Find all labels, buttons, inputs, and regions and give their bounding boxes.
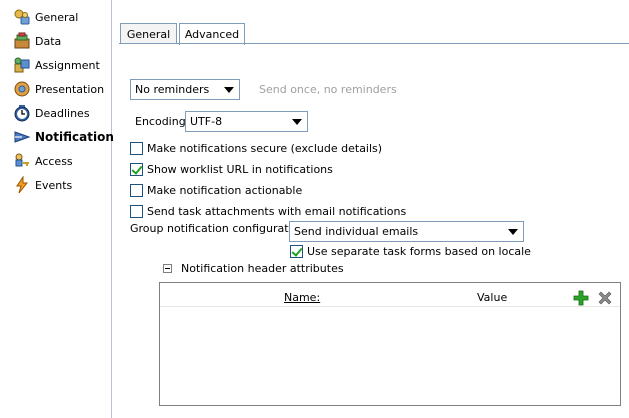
sidebar-item-general[interactable]: General xyxy=(0,6,111,28)
attachments-checkbox[interactable] xyxy=(130,204,143,218)
secure-checkbox-label: Make notifications secure (exclude detai… xyxy=(147,141,383,155)
separate-forms-checkbox-row[interactable]: Use separate task forms based on locale xyxy=(290,243,531,259)
reminders-hint: Send once, no reminders xyxy=(259,83,397,96)
deadlines-icon xyxy=(13,104,31,122)
sidebar-item-label: Assignment xyxy=(35,58,100,72)
encoding-selected: UTF-8 xyxy=(190,115,223,128)
attachments-checkbox-label: Send task attachments with email notific… xyxy=(147,204,407,218)
sidebar-item-assignment[interactable]: Assignment xyxy=(0,54,111,76)
sidebar-item-notification[interactable]: Notification xyxy=(0,126,114,148)
actionable-checkbox[interactable] xyxy=(130,183,143,197)
header-attributes-table xyxy=(159,282,621,406)
presentation-icon xyxy=(13,80,31,98)
sidebar-item-events[interactable]: Events xyxy=(0,174,111,196)
worklist-url-checkbox-row[interactable]: Show worklist URL in notifications xyxy=(130,161,333,177)
assignment-icon xyxy=(13,56,31,74)
sidebar-item-access[interactable]: Access xyxy=(0,150,111,172)
reminders-selected: No reminders xyxy=(135,83,210,96)
group-config-label: Group notification configuration: xyxy=(130,222,310,235)
worklist-url-checkbox-label: Show worklist URL in notifications xyxy=(147,162,333,176)
access-icon xyxy=(13,152,31,170)
chevron-down-icon xyxy=(508,229,518,235)
tab-divider xyxy=(119,43,629,44)
sidebar-item-label: Deadlines xyxy=(35,106,90,120)
sidebar-item-presentation[interactable]: Presentation xyxy=(0,78,111,100)
tab-label: General xyxy=(126,27,171,41)
delete-attribute-button[interactable] xyxy=(597,290,613,306)
actionable-checkbox-row[interactable]: Make notification actionable xyxy=(130,182,302,198)
collapse-icon[interactable] xyxy=(163,264,172,273)
separate-forms-checkbox[interactable] xyxy=(290,244,303,258)
chevron-down-icon xyxy=(292,119,302,125)
sidebar: General Data Assignment Presentation Dea… xyxy=(0,0,114,418)
delete-x-icon xyxy=(598,291,612,305)
events-icon xyxy=(13,176,31,194)
secure-checkbox[interactable] xyxy=(130,141,143,155)
separate-forms-checkbox-label: Use separate task forms based on locale xyxy=(307,244,531,258)
sidebar-item-label: General xyxy=(35,10,79,24)
actionable-checkbox-label: Make notification actionable xyxy=(147,183,303,197)
sidebar-item-label: Events xyxy=(35,178,73,192)
encoding-label: Encoding: xyxy=(135,115,190,128)
sidebar-item-data[interactable]: Data xyxy=(0,30,111,52)
sidebar-item-label: Access xyxy=(35,154,73,168)
tab-advanced[interactable]: Advanced xyxy=(179,23,245,45)
data-icon xyxy=(13,32,31,50)
sidebar-item-deadlines[interactable]: Deadlines xyxy=(0,102,111,124)
plus-icon xyxy=(573,290,589,306)
tab-label: Advanced xyxy=(184,28,240,41)
attachments-checkbox-row[interactable]: Send task attachments with email notific… xyxy=(130,203,406,219)
notification-icon xyxy=(13,128,31,146)
reminders-combo[interactable]: No reminders xyxy=(130,79,240,100)
chevron-down-icon xyxy=(224,87,234,93)
worklist-url-checkbox[interactable] xyxy=(130,162,143,176)
column-header-name[interactable]: Name: xyxy=(284,291,320,304)
header-attributes-title: Notification header attributes xyxy=(181,262,344,275)
secure-checkbox-row[interactable]: Make notifications secure (exclude detai… xyxy=(130,140,382,156)
add-attribute-button[interactable] xyxy=(573,290,589,306)
general-icon xyxy=(13,8,31,26)
table-header-separator xyxy=(160,306,620,307)
column-header-value[interactable]: Value xyxy=(477,291,507,304)
tab-general[interactable]: General xyxy=(120,23,177,44)
sidebar-item-label: Data xyxy=(35,34,62,48)
sidebar-item-label: Presentation xyxy=(35,82,105,96)
encoding-combo[interactable]: UTF-8 xyxy=(185,111,308,132)
group-config-selected: Send individual emails xyxy=(294,225,419,238)
group-config-combo[interactable]: Send individual emails xyxy=(289,221,524,242)
sidebar-item-label: Notification xyxy=(35,130,114,144)
